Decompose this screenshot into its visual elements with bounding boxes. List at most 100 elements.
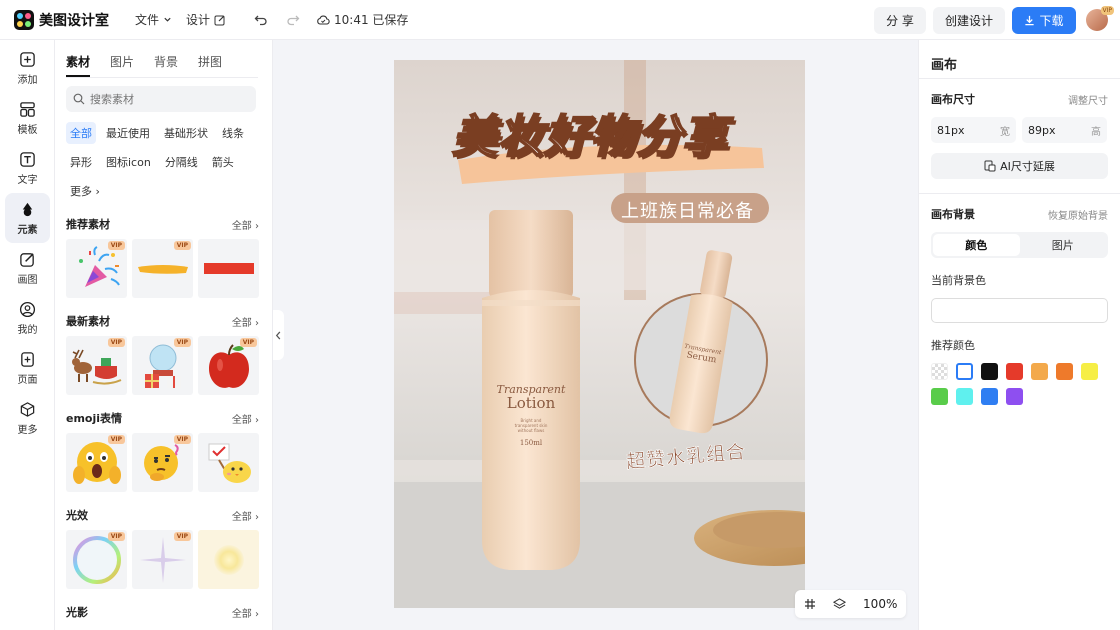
undo-icon [254, 15, 267, 25]
see-all-link[interactable]: 全部 › [232, 411, 259, 426]
chip-basic-shapes[interactable]: 基础形状 [160, 122, 212, 144]
width-unit: 宽 [1000, 126, 1010, 138]
file-menu[interactable]: 文件 [135, 11, 172, 28]
tab-images[interactable]: 图片 [110, 53, 134, 77]
thumb-screaming-emoji[interactable]: VIP [66, 433, 127, 492]
brush-stroke-icon [137, 264, 188, 274]
file-menu-label: 文件 [135, 13, 160, 27]
swatch-blue[interactable] [981, 388, 998, 405]
current-bg-color-field[interactable] [931, 298, 1108, 323]
see-all-link[interactable]: 全部 › [232, 508, 259, 523]
seg-color[interactable]: 颜色 [933, 234, 1020, 256]
thumb-reindeer-sleigh[interactable]: VIP [66, 336, 127, 395]
width-input[interactable] [937, 123, 987, 137]
nav-more[interactable]: 更多 [0, 393, 55, 443]
chip-dividers[interactable]: 分隔线 [161, 151, 202, 173]
design-canvas[interactable]: 美妆好物分享 上班族日常必备 Transparent Lotion Bright… [394, 60, 805, 608]
nav-mine[interactable]: 我的 [0, 293, 55, 343]
design-menu-label: 设计 [186, 13, 211, 27]
chip-more[interactable]: 更多 › [66, 180, 104, 202]
chip-lines[interactable]: 线条 [218, 122, 248, 144]
recommended-colors-label: 推荐颜色 [931, 339, 975, 352]
swatch-cyan[interactable] [956, 388, 973, 405]
plus-square-icon [20, 51, 35, 67]
height-field[interactable]: 高 [1022, 117, 1107, 143]
thumb-soft-glow[interactable] [198, 530, 259, 589]
thumb-orange-brush[interactable]: VIP [132, 239, 193, 298]
thumb-red-apple[interactable]: VIP [198, 336, 259, 395]
design-menu[interactable]: 设计 [186, 11, 226, 28]
height-input[interactable] [1028, 123, 1078, 137]
tab-collage[interactable]: 拼图 [198, 53, 222, 77]
layers-icon[interactable] [832, 597, 846, 611]
chip-recent[interactable]: 最近使用 [102, 122, 154, 144]
current-bg-label: 当前背景色 [931, 274, 986, 287]
section-newest: 最新素材 全部 › VIP VIP VIP [66, 311, 259, 395]
chip-more-label: 更多 [70, 185, 92, 198]
resize-link[interactable]: 调整尺寸 [1068, 92, 1108, 107]
swatch-red[interactable] [1006, 363, 1023, 380]
seg-image[interactable]: 图片 [1020, 234, 1107, 256]
see-all-link[interactable]: 全部 › [232, 314, 259, 329]
ai-extend-button[interactable]: AI尺寸延展 [931, 153, 1108, 179]
swatch-white[interactable] [956, 363, 973, 380]
app-logo[interactable]: 美图设计室 [14, 9, 109, 30]
thumb-sparkle-star[interactable]: VIP [132, 530, 193, 589]
zoom-level[interactable]: 100% [863, 597, 897, 611]
tabs-divider [66, 77, 258, 78]
see-all-link[interactable]: 全部 › [232, 217, 259, 232]
section-title: 光影 [66, 606, 88, 619]
share-button[interactable]: 分 享 [874, 6, 926, 34]
create-design-button[interactable]: 创建设计 [933, 6, 1005, 34]
chevron-down-icon [164, 17, 171, 22]
nav-page[interactable]: 页面 [0, 343, 55, 393]
thumb-thinking-emoji[interactable]: VIP [132, 433, 193, 492]
asset-panel: 素材 图片 背景 拼图 全部 最近使用 基础形状 线条 异形 图标icon 分隔… [55, 40, 273, 630]
nav-add[interactable]: 添加 [0, 43, 55, 93]
nav-draw-label: 画图 [17, 274, 38, 286]
nav-draw[interactable]: 画图 [0, 243, 55, 293]
avatar[interactable]: VIP [1086, 6, 1114, 31]
download-button[interactable]: 下载 [1012, 6, 1076, 34]
thumb-party-popper[interactable]: VIP [66, 239, 127, 298]
nav-text[interactable]: 文字 [0, 143, 55, 193]
chip-icons[interactable]: 图标icon [102, 151, 155, 173]
undo-button[interactable] [254, 13, 268, 27]
chip-all[interactable]: 全部 [66, 122, 96, 144]
nav-template[interactable]: 模板 [0, 93, 55, 143]
collapse-panel-button[interactable] [273, 310, 284, 360]
nav-text-label: 文字 [17, 174, 38, 186]
reset-bg-link[interactable]: 恢复原始背景 [1048, 207, 1108, 222]
swatch-yellow[interactable] [1081, 363, 1098, 380]
thumb-chick-sign[interactable] [198, 433, 259, 492]
search-input[interactable] [90, 92, 240, 106]
redo-button[interactable] [286, 13, 300, 27]
edit-icon [214, 15, 225, 25]
swatch-green[interactable] [931, 388, 948, 405]
see-all-link[interactable]: 全部 › [232, 605, 259, 620]
width-field[interactable]: 宽 [931, 117, 1016, 143]
swatch-light-orange[interactable] [1031, 363, 1048, 380]
swatch-transparent[interactable] [931, 363, 948, 380]
grid-icon[interactable] [804, 598, 816, 610]
thumb-rainbow-bubble[interactable]: VIP [66, 530, 127, 589]
poster-headline[interactable]: 美妆好物分享 [451, 100, 772, 165]
tab-materials[interactable]: 素材 [66, 53, 91, 77]
vip-badge: VIP [173, 241, 191, 250]
ai-resize-icon [984, 160, 996, 172]
swatch-orange[interactable] [1056, 363, 1073, 380]
chip-arrows[interactable]: 箭头 [208, 151, 238, 173]
thumb-red-rectangle[interactable] [198, 239, 259, 298]
vip-badge: VIP [107, 532, 125, 541]
poster-tag-text[interactable]: 上班族日常必备 [621, 197, 754, 223]
search-box[interactable] [66, 86, 256, 112]
bg-type-toggle: 颜色 图片 [931, 232, 1108, 258]
swatch-black[interactable] [981, 363, 998, 380]
chip-irregular[interactable]: 异形 [66, 151, 96, 173]
swatch-purple[interactable] [1006, 388, 1023, 405]
nav-elements[interactable]: 元素 [5, 193, 50, 243]
thumb-snow-globe[interactable]: VIP [132, 336, 193, 395]
save-status-text: 10:41 已保存 [334, 13, 409, 27]
tab-backgrounds[interactable]: 背景 [154, 53, 178, 77]
section-light-shadow: 光影 全部 › [66, 602, 259, 622]
